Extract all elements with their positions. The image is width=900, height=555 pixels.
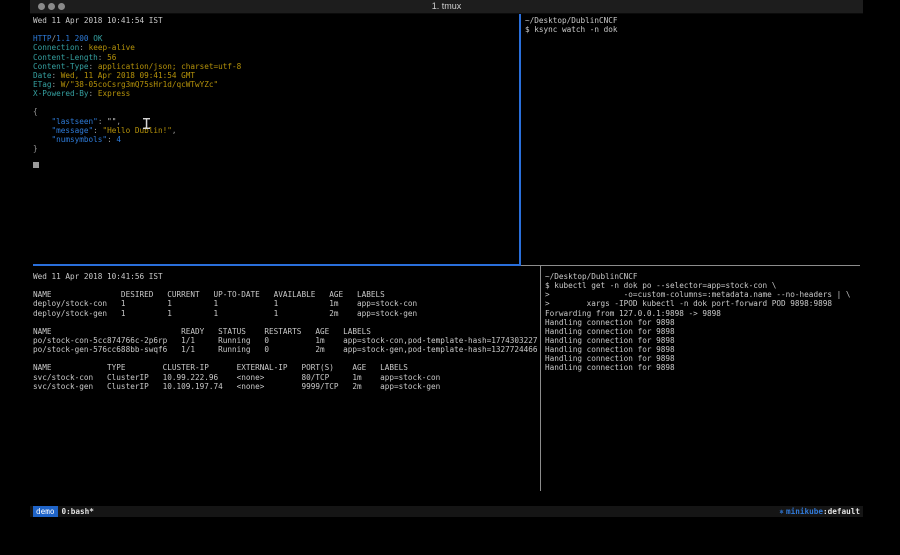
terminal-line: Forwarding from 127.0.0.1:9898 -> 9898 [545,309,860,318]
terminal-line: ~/Desktop/DublinCNCF [545,272,860,281]
pane-divider-vertical-top[interactable] [519,14,521,266]
terminal-line: HTTP/1.1 200 OK [33,34,518,43]
terminal-line: Handling connection for 9898 [545,363,860,372]
terminal-line: Handling connection for 9898 [545,354,860,363]
terminal-line [33,98,518,107]
terminal-line: > -o=custom-columns=:metadata.name --no-… [545,290,860,299]
terminal-line: NAME TYPE CLUSTER-IP EXTERNAL-IP PORT(S)… [33,363,539,372]
terminal-line: po/stock-con-5cc874766c-2p6rp 1/1 Runnin… [33,336,539,345]
terminal-line: svc/stock-gen ClusterIP 10.109.197.74 <n… [33,382,539,391]
terminal-line: Connection: keep-alive [33,43,518,52]
kube-context-status: ⎈ minikube :default [779,506,860,517]
terminal-line: Content-Type: application/json; charset=… [33,62,518,71]
terminal-line [33,281,539,290]
terminal-line: ~/Desktop/DublinCNCF [525,16,860,25]
terminal-line: NAME DESIRED CURRENT UP-TO-DATE AVAILABL… [33,290,539,299]
mouse-pointer-icon [143,118,150,129]
terminal-cursor [33,162,39,168]
terminal-line [33,354,539,363]
session-name-badge[interactable]: demo [33,506,58,517]
terminal-line: $ kubectl get -n dok po --selector=app=s… [545,281,860,290]
pane-http-response[interactable]: Wed 11 Apr 2018 10:41:54 IST HTTP/1.1 20… [33,16,518,264]
terminal-line: deploy/stock-con 1 1 1 1 1m app=stock-co… [33,299,539,308]
pane-ksync-watch[interactable]: ~/Desktop/DublinCNCF$ ksync watch -n dok [525,16,860,264]
helm-wheel-icon: ⎈ [779,506,784,517]
desktop: 1. tmux Wed 11 Apr 2018 10:41:54 IST HTT… [0,0,900,555]
terminal-line: Handling connection for 9898 [545,327,860,336]
terminal-line: ETag: W/"38-05coCsrg3mQ75sHr1d/qcWTwYZc" [33,80,518,89]
terminal-line: deploy/stock-gen 1 1 1 1 2m app=stock-ge… [33,309,539,318]
terminal-line: Handling connection for 9898 [545,318,860,327]
terminal-line: Wed 11 Apr 2018 10:41:54 IST [33,16,518,25]
kube-namespace: :default [823,506,860,517]
pane-port-forward[interactable]: ~/Desktop/DublinCNCF$ kubectl get -n dok… [545,272,860,490]
terminal-line: Content-Length: 56 [33,53,518,62]
pane-kubectl-get[interactable]: Wed 11 Apr 2018 10:41:56 IST NAME DESIRE… [33,272,539,490]
terminal-line: Handling connection for 9898 [545,336,860,345]
terminal-line: X-Powered-By: Express [33,89,518,98]
pane-divider-vertical-bottom[interactable] [540,266,541,491]
terminal-line [33,318,539,327]
kube-cluster-name: minikube [786,506,823,517]
terminal-line [33,162,518,171]
terminal-line: svc/stock-con ClusterIP 10.99.222.96 <no… [33,373,539,382]
terminal-line: { [33,107,518,116]
tmux-terminal: Wed 11 Apr 2018 10:41:54 IST HTTP/1.1 20… [30,14,863,513]
terminal-window: 1. tmux Wed 11 Apr 2018 10:41:54 IST HTT… [30,0,863,513]
pane-divider-horizontal-right[interactable] [521,265,860,266]
terminal-line: Handling connection for 9898 [545,345,860,354]
terminal-line: Wed 11 Apr 2018 10:41:56 IST [33,272,539,281]
tmux-status-bar: demo 0:bash* ⎈ minikube :default [30,506,863,517]
terminal-line: po/stock-gen-576cc688bb-swqf6 1/1 Runnin… [33,345,539,354]
window-titlebar[interactable]: 1. tmux [30,0,863,14]
terminal-line [33,25,518,34]
terminal-line: "numsymbols": 4 [33,135,518,144]
pane-divider-horizontal-left[interactable] [33,264,520,266]
terminal-line: > xargs -IPOD kubectl -n dok port-forwar… [545,299,860,308]
terminal-line: Date: Wed, 11 Apr 2018 09:41:54 GMT [33,71,518,80]
terminal-line: "message": "Hello Dublin!", [33,126,518,135]
tmux-window-tab[interactable]: 0:bash* [62,506,94,517]
terminal-line: } [33,144,518,153]
terminal-line: NAME READY STATUS RESTARTS AGE LABELS [33,327,539,336]
terminal-line [33,153,518,162]
window-title: 1. tmux [30,0,863,13]
terminal-line: "lastseen": "", [33,117,518,126]
terminal-line: $ ksync watch -n dok [525,25,860,34]
